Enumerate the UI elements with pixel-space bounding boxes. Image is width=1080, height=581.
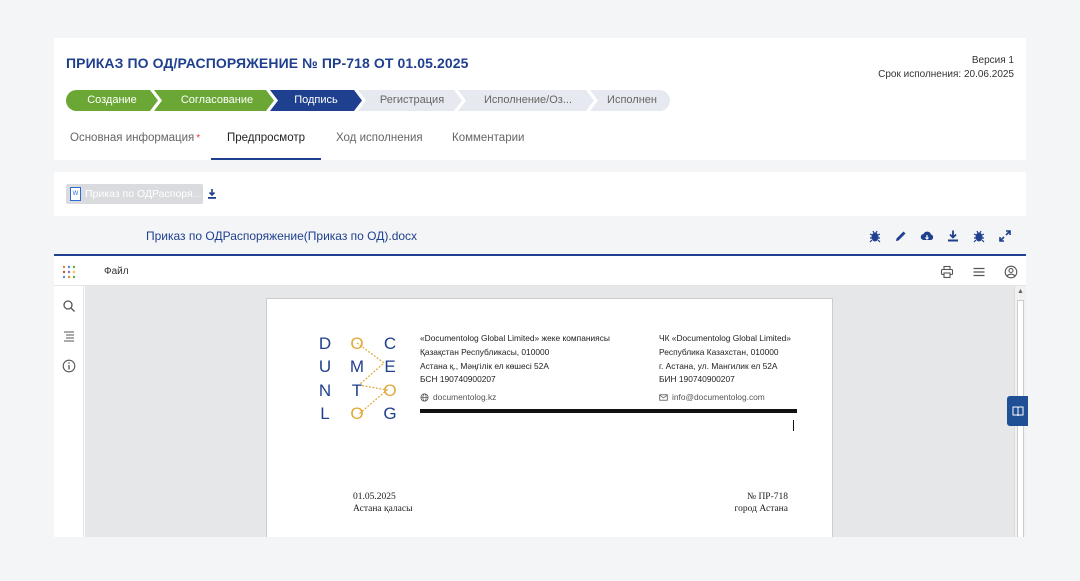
svg-text:O: O — [383, 381, 396, 400]
attachment-chip[interactable]: W Приказ по ОДРаспоря... — [66, 184, 203, 204]
cloud-download-icon[interactable] — [920, 229, 934, 243]
svg-text:O: O — [350, 334, 363, 353]
tab-preview[interactable]: Предпросмотр — [211, 122, 321, 160]
text-cursor — [793, 420, 794, 431]
tab-execution-progress[interactable]: Ход исполнения — [320, 122, 439, 160]
step-execution: Исполнение/Оз... — [458, 90, 594, 111]
download-icon[interactable] — [206, 188, 218, 200]
step-executed: Исполнен — [590, 90, 670, 111]
knowledge-base-tab[interactable] — [1007, 396, 1028, 426]
step-registration: Регистрация — [358, 90, 462, 111]
globe-icon — [420, 392, 429, 402]
document-date-block: 01.05.2025 Астана қаласы — [353, 492, 413, 514]
bug-icon[interactable] — [868, 229, 882, 243]
book-icon — [1012, 406, 1024, 417]
print-icon[interactable] — [940, 265, 954, 279]
document-page: D O C U M E N T O L O G «Documentolog Gl… — [266, 298, 833, 537]
svg-text:D: D — [319, 334, 331, 353]
deadline-label: Срок исполнения: 20.06.2025 — [878, 69, 1014, 80]
company-details-ru: ЧК «Documentolog Global Limited» Республ… — [659, 333, 791, 385]
website-contact: documentolog.kz — [420, 392, 496, 402]
letterhead-rule — [420, 409, 797, 413]
svg-text:L: L — [320, 404, 329, 421]
document-meta: Версия 1 Срок исполнения: 20.06.2025 — [878, 54, 1014, 82]
scroll-up-icon[interactable]: ▲ — [1017, 288, 1024, 295]
svg-text:M: M — [350, 357, 364, 376]
email-contact: info@documentolog.com — [659, 392, 765, 402]
file-menu[interactable]: Файл — [104, 266, 129, 277]
svg-text:E: E — [384, 357, 395, 376]
download-icon[interactable] — [946, 229, 960, 243]
preview-panel: W Приказ по ОДРаспоря... Приказ по ОДРас… — [54, 172, 1026, 537]
page-title: ПРИКАЗ ПО ОД/РАСПОРЯЖЕНИЕ № ПР-718 ОТ 01… — [66, 55, 469, 71]
step-signature: Подпись — [270, 90, 362, 111]
outline-icon[interactable] — [62, 329, 76, 343]
menu-icon[interactable] — [972, 265, 986, 279]
search-icon[interactable] — [62, 299, 76, 313]
file-title-bar: Приказ по ОДРаспоряжение(Приказ по ОД).d… — [54, 216, 1026, 256]
bug-icon[interactable] — [972, 229, 986, 243]
step-creation: Создание — [66, 90, 158, 111]
document-number-block: № ПР-718 город Астана — [734, 492, 788, 514]
user-account-icon[interactable] — [1004, 265, 1018, 279]
version-label: Версия 1 — [971, 55, 1014, 66]
document-header: ПРИКАЗ ПО ОД/РАСПОРЯЖЕНИЕ № ПР-718 ОТ 01… — [54, 38, 1026, 160]
expand-icon[interactable] — [998, 229, 1012, 243]
company-details-kz: «Documentolog Global Limited» жеке компа… — [420, 333, 610, 385]
tab-bar: Основная информация * Предпросмотр Ход ис… — [54, 122, 1026, 160]
viewer-toolbar: Файл — [54, 258, 1026, 286]
svg-text:C: C — [384, 334, 396, 353]
file-name: Приказ по ОДРаспоряжение(Приказ по ОД).d… — [146, 229, 418, 243]
docx-file-icon: W — [70, 187, 81, 201]
viewer-side-rail — [54, 286, 84, 537]
tab-comments[interactable]: Комментарии — [436, 122, 540, 160]
documentolog-logo: D O C U M E N T O L O G — [319, 334, 397, 421]
file-actions — [868, 229, 1012, 243]
step-approval: Согласование — [154, 90, 274, 111]
viewer-tools — [940, 265, 1018, 279]
info-icon[interactable] — [62, 359, 76, 373]
tab-main-info[interactable]: Основная информация * — [54, 122, 216, 160]
svg-text:N: N — [319, 381, 331, 400]
svg-text:O: O — [350, 404, 363, 421]
svg-text:G: G — [383, 404, 396, 421]
mail-icon — [659, 393, 668, 401]
svg-text:U: U — [319, 357, 331, 376]
svg-text:T: T — [352, 381, 362, 400]
edit-icon[interactable] — [894, 229, 908, 243]
apps-grid-icon[interactable] — [62, 265, 76, 279]
